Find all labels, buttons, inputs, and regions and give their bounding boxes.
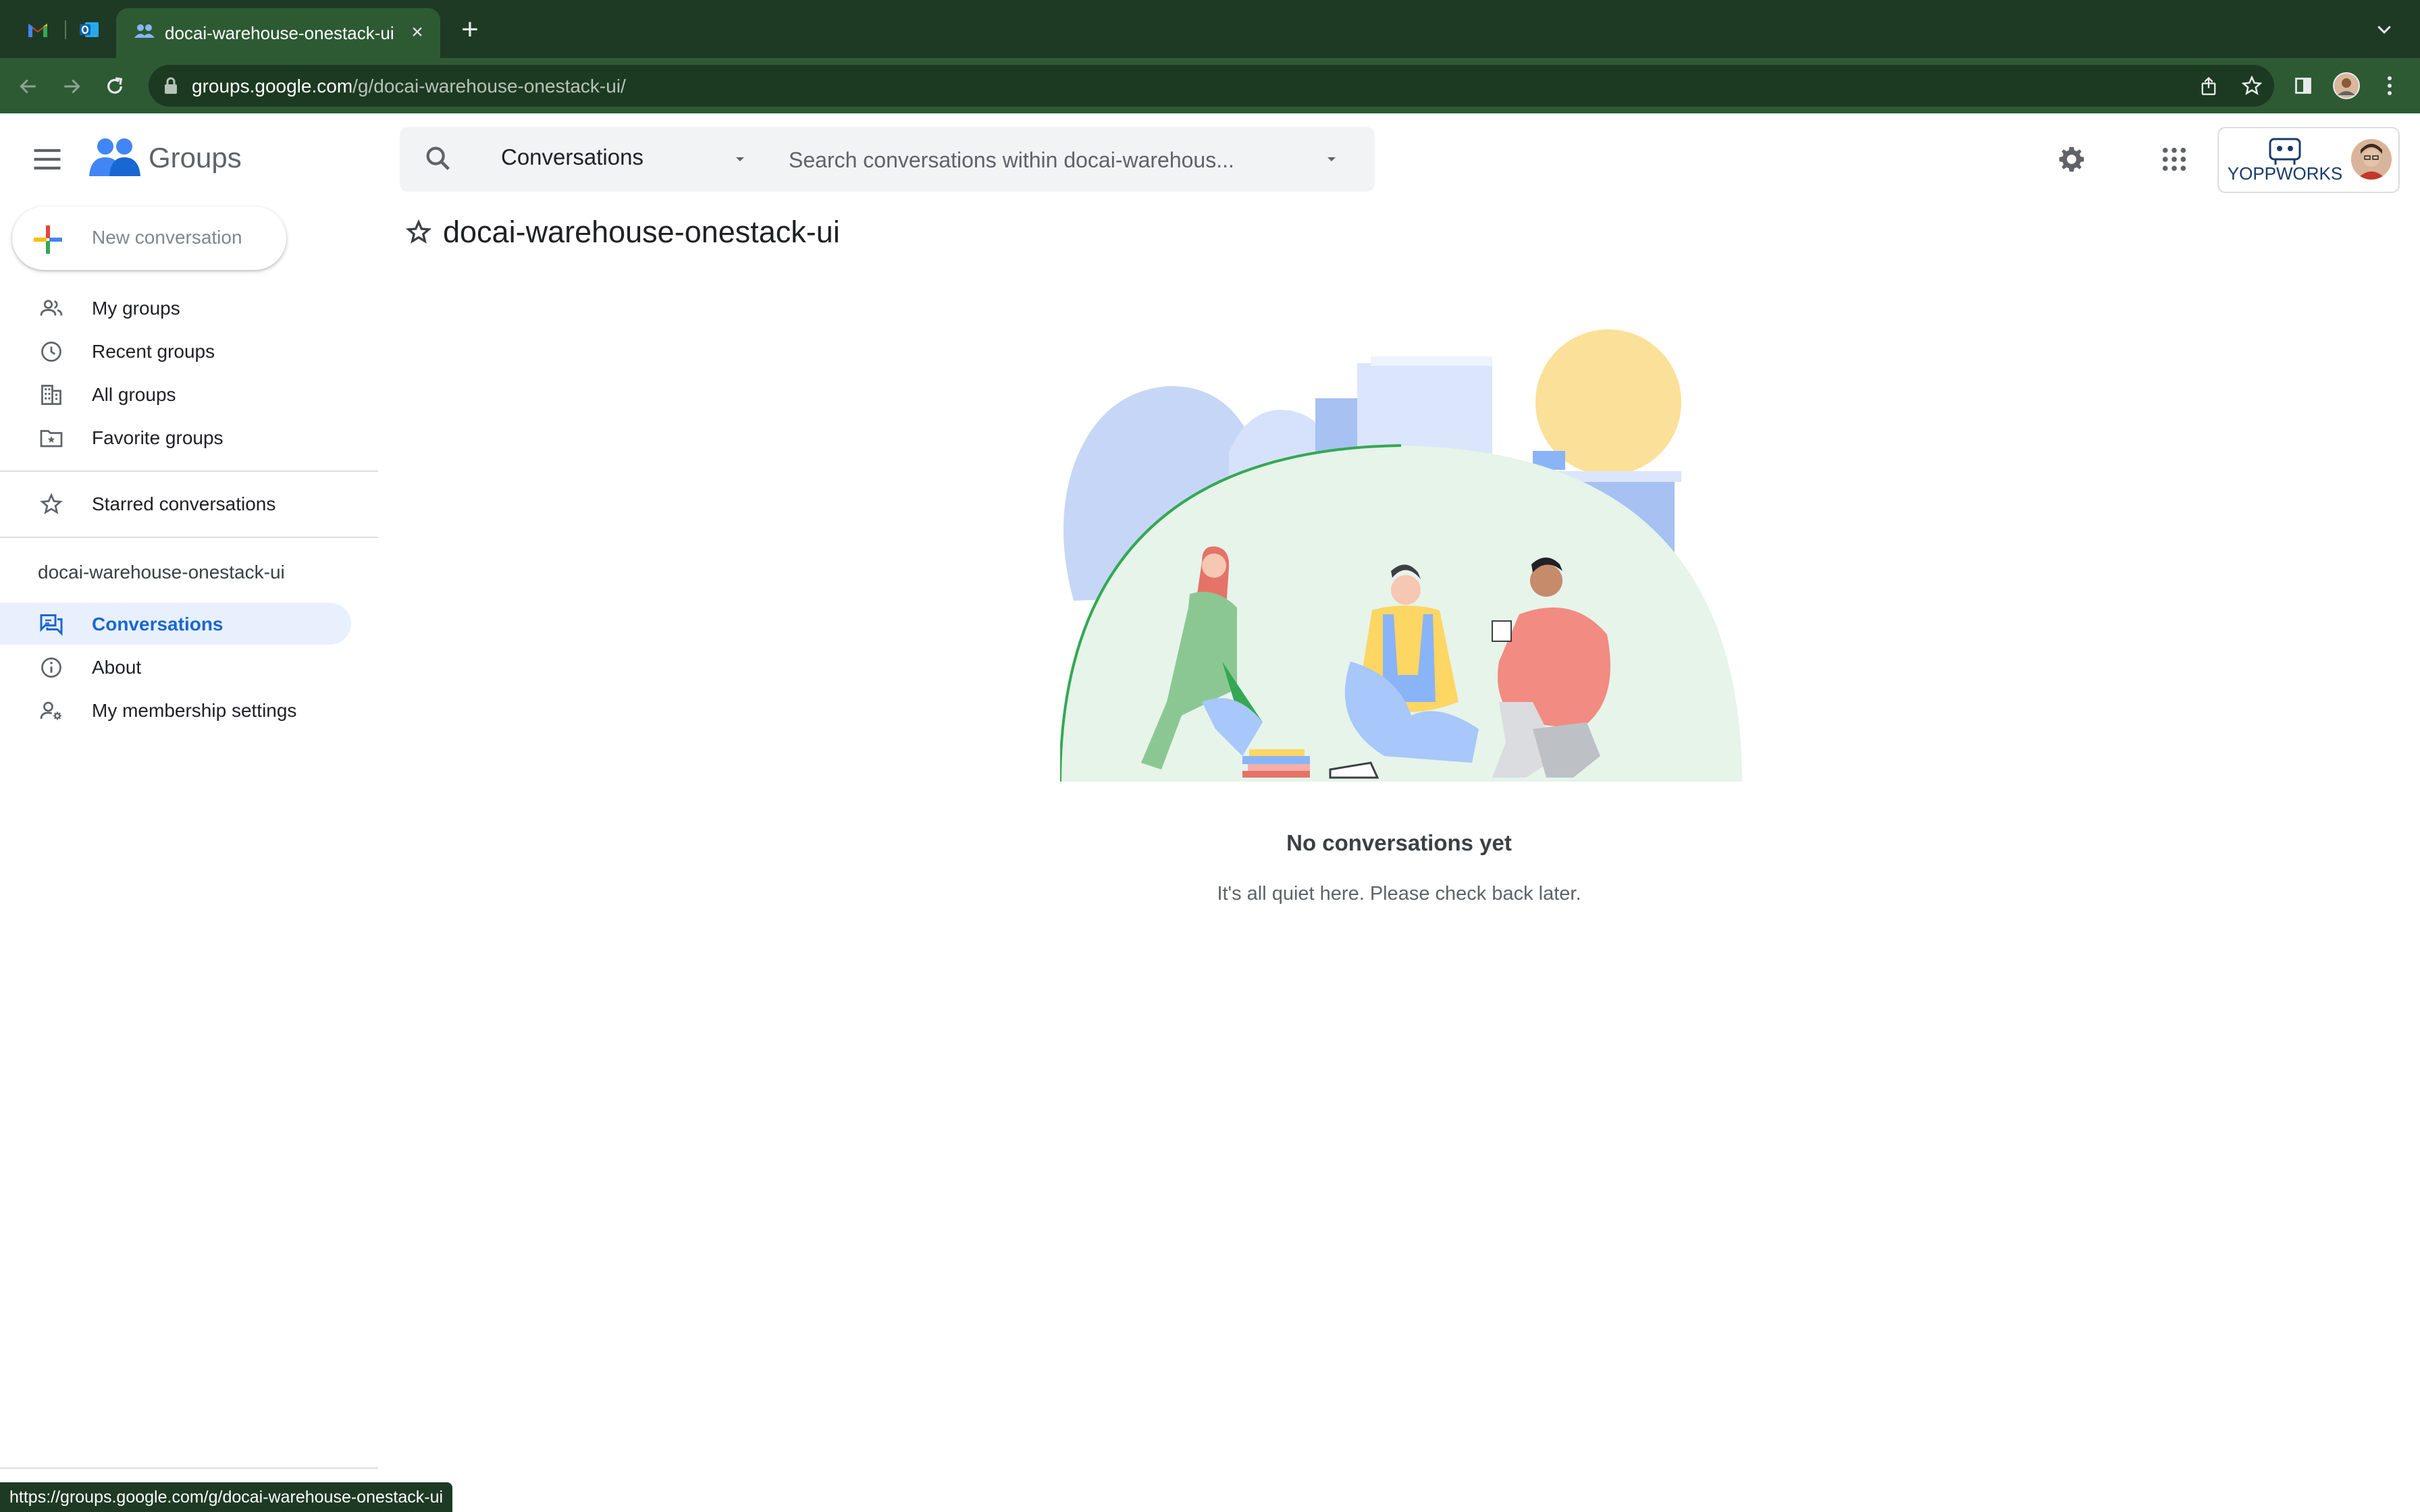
browser-tab-strip: docai-warehouse-onestack-ui × + [0,0,2420,58]
org-name: YOPPWORKS [2228,163,2342,184]
sidebar-divider [0,470,378,472]
sidebar-item-favorite-groups[interactable]: Favorite groups [0,416,351,458]
sidebar-item-label: Conversations [92,614,223,634]
tab-separator [65,20,66,39]
search-bar[interactable]: Conversations [400,127,1375,192]
star-icon [39,492,63,516]
folder-star-icon [39,426,63,450]
building-icon [39,383,63,407]
sidebar-item-label: About [92,657,142,678]
page-title: docai-warehouse-onestack-ui [443,215,840,249]
sidebar-item-all-groups[interactable]: All groups [0,373,351,415]
sidebar-item-membership-settings[interactable]: My membership settings [0,689,351,731]
lock-icon[interactable] [163,77,178,98]
apps-grid-icon[interactable] [2157,142,2192,177]
sidebar-item-label: My membership settings [92,700,297,721]
plus-icon [32,224,63,259]
tab-active[interactable]: docai-warehouse-onestack-ui × [116,8,440,58]
share-icon[interactable] [2194,72,2223,100]
gmail-icon[interactable] [23,15,53,45]
sidebar-item-label: Favorite groups [92,427,223,448]
address-bar[interactable]: groups.google.com/g/docai-warehouse-ones… [149,65,2274,107]
sidebar-item-recent-groups[interactable]: Recent groups [0,330,351,372]
empty-state-title: No conversations yet [1286,830,1512,855]
search-options-icon[interactable] [1323,151,1340,171]
favorite-star-icon[interactable] [405,219,435,248]
app-name: Groups [149,142,242,173]
person-settings-icon [39,699,63,723]
organization-logo: YOPPWORKS [2228,136,2343,184]
app-header: Groups Conversations YOPPWORKS [0,113,2420,204]
sidebar-item-about[interactable]: About [0,646,351,688]
search-input[interactable] [787,140,1317,180]
empty-state-illustration [1059,324,1742,785]
groups-logo-icon [89,138,140,176]
browser-toolbar: groups.google.com/g/docai-warehouse-ones… [0,58,2420,113]
new-conversation-button[interactable]: New conversation [12,207,286,270]
settings-gear-icon[interactable] [2054,142,2089,177]
sidebar-item-label: All groups [92,384,176,405]
profile-avatar[interactable] [2332,72,2361,100]
sidebar-bottom-divider [0,1467,378,1469]
tab-title: docai-warehouse-onestack-ui [165,23,394,43]
more-vert-icon[interactable] [2375,72,2404,100]
groups-icon [130,16,159,46]
search-icon[interactable] [423,143,454,178]
sidebar-item-starred-conversations[interactable]: Starred conversations [0,483,351,524]
bookmark-star-icon[interactable] [2238,72,2266,100]
groups-logo[interactable]: Groups [89,134,242,182]
sidebar-item-label: Recent groups [92,341,215,362]
conversations-icon [39,612,63,637]
current-group-name[interactable]: docai-warehouse-onestack-ui [38,562,285,583]
status-bar-url: https://groups.google.com/g/docai-wareho… [0,1482,453,1512]
sidebar-divider [0,537,378,538]
clock-icon [39,340,63,364]
main-menu-icon[interactable] [30,142,65,177]
new-tab-icon[interactable]: + [456,15,483,45]
back-icon[interactable] [14,72,43,101]
empty-state-subtitle: It's all quiet here. Please check back l… [1217,883,1581,905]
people-icon [39,296,63,321]
scope-dropdown-icon[interactable] [732,151,748,171]
outlook-icon[interactable] [74,15,104,45]
user-avatar[interactable] [2351,139,2392,180]
account-switcher[interactable]: YOPPWORKS [2217,127,2400,193]
info-icon [39,655,63,680]
url-path: /g/docai-warehouse-onestack-ui/ [352,76,626,97]
reload-icon[interactable] [100,72,130,101]
close-tab-icon[interactable]: × [405,20,429,45]
chevron-down-icon[interactable] [2374,19,2394,43]
sidebar-item-my-groups[interactable]: My groups [0,287,351,329]
sidebar-item-label: Starred conversations [92,493,276,514]
forward-icon[interactable] [57,72,86,101]
search-scope-select[interactable]: Conversations [501,144,643,170]
sidebar-item-conversations[interactable]: Conversations [0,603,351,645]
url-host: groups.google.com [192,76,353,97]
sidebar-item-label: My groups [92,298,180,319]
url-text: groups.google.com/g/docai-warehouse-ones… [192,76,626,97]
side-panel-icon[interactable] [2289,72,2317,100]
new-conversation-label: New conversation [92,227,242,248]
